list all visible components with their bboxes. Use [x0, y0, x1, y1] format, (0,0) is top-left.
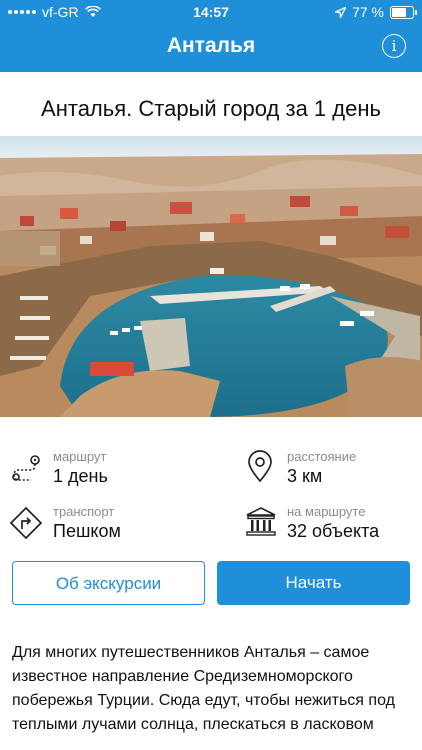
battery-icon — [390, 5, 417, 19]
stat-route-value: 1 день — [53, 466, 108, 486]
location-arrow-icon — [335, 6, 347, 18]
stat-route-label: маршрут — [53, 449, 107, 464]
stat-transport: транспорт Пешком — [53, 504, 121, 542]
nav-bar: Анталья i — [0, 24, 422, 72]
nav-title: Анталья — [166, 34, 256, 57]
stat-route: маршрут 1 день — [53, 449, 108, 487]
stat-objects-value: 32 объекта — [287, 521, 380, 541]
stat-transport-label: транспорт — [53, 504, 115, 519]
stat-objects-label: на маршруте — [287, 504, 366, 519]
battery-fill — [392, 7, 406, 17]
about-tour-button[interactable]: Об экскурсии — [12, 561, 205, 605]
battery-percent: 77 % — [352, 4, 384, 20]
hero-image — [0, 136, 422, 417]
stat-distance-value: 3 км — [287, 466, 323, 486]
stat-objects: на маршруте 32 объекта — [287, 504, 379, 542]
start-button[interactable]: Начать — [217, 561, 410, 605]
tour-title: Анталья. Старый город за 1 день — [41, 96, 381, 121]
status-right: 77 % — [335, 4, 417, 20]
tour-description: Для многих путешественников Анталья – са… — [12, 644, 395, 733]
location-pin-icon — [248, 450, 272, 483]
landmark-icon — [246, 507, 276, 536]
stat-distance-label: расстояние — [287, 449, 357, 464]
status-bar: vf-GR 14:57 77 % — [0, 0, 422, 24]
info-icon[interactable]: i — [382, 34, 406, 58]
stat-transport-value: Пешком — [53, 521, 121, 541]
direction-sign-icon — [9, 506, 43, 540]
stat-distance: расстояние 3 км — [287, 449, 356, 487]
route-icon — [12, 455, 40, 481]
